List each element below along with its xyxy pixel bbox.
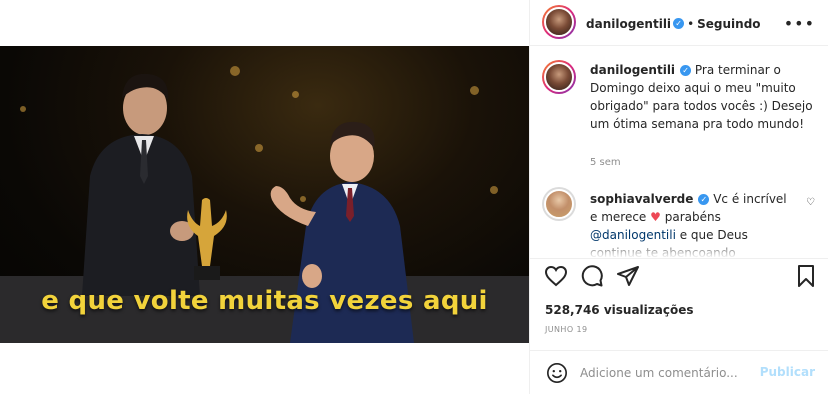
header-user-line: danilogentili ✓ • Seguindo	[586, 13, 761, 32]
post-media: e que volte muitas vezes aqui	[0, 0, 529, 394]
publish-button[interactable]: Publicar	[760, 365, 815, 379]
comment-icon[interactable]	[580, 264, 604, 288]
send-icon[interactable]	[616, 264, 640, 288]
verified-icon: ✓	[673, 18, 685, 29]
comment-input[interactable]	[580, 362, 760, 384]
comments-list: danilogentili ✓ Pra terminar o Domingo de…	[530, 47, 828, 258]
avatar[interactable]	[542, 187, 576, 221]
verified-icon: ✓	[698, 194, 710, 205]
post-date[interactable]: JUNHO 19	[545, 325, 587, 334]
add-comment-bar: Publicar	[530, 350, 828, 394]
bokeh-light	[20, 106, 26, 112]
following-button[interactable]: Seguindo	[697, 17, 760, 31]
comment-like-heart-icon[interactable]: ♡	[806, 197, 815, 208]
video-player[interactable]: e que volte muitas vezes aqui	[0, 46, 529, 343]
header-username[interactable]: danilogentili	[586, 17, 671, 31]
trophy-figure	[187, 198, 227, 280]
comment-time[interactable]: 5 sem	[590, 157, 621, 168]
separator-dot: •	[687, 17, 695, 31]
avatar[interactable]	[542, 5, 576, 39]
caption-comment: danilogentili ✓ Pra terminar o Domingo de…	[590, 61, 818, 133]
bookmark-icon[interactable]	[794, 264, 818, 288]
bokeh-light	[490, 186, 498, 194]
post-header: danilogentili ✓ • Seguindo •••	[530, 0, 828, 46]
red-heart-emoji-icon: ♥	[650, 210, 661, 224]
post-side-panel: danilogentili ✓ • Seguindo ••• danilogentil…	[529, 0, 828, 394]
comments-fade	[530, 240, 828, 258]
comment-text: parabéns	[664, 210, 721, 224]
bokeh-light	[230, 66, 240, 76]
emoji-icon[interactable]	[546, 362, 568, 384]
comment-username[interactable]: sophiavalverde	[590, 192, 693, 206]
bokeh-light	[470, 86, 479, 95]
more-icon[interactable]: •••	[784, 14, 815, 33]
avatar[interactable]	[542, 60, 576, 94]
view-count[interactable]: 528,746 visualizações	[545, 303, 694, 317]
verified-icon: ✓	[680, 65, 692, 76]
video-caption: e que volte muitas vezes aqui	[41, 286, 488, 316]
post-actions: 528,746 visualizações JUNHO 19	[530, 258, 828, 350]
heart-icon[interactable]	[544, 264, 568, 288]
bokeh-light	[292, 91, 299, 98]
comment-username[interactable]: danilogentili	[590, 63, 675, 77]
